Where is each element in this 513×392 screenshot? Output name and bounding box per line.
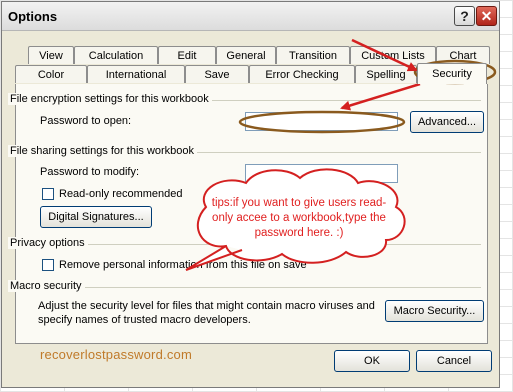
tab-chart[interactable]: Chart (436, 46, 490, 64)
tab-label: International (105, 68, 167, 81)
ok-button[interactable]: OK (334, 350, 410, 372)
tip-text: tips:if you want to give users read-only… (211, 197, 387, 239)
tab-label: Color (37, 68, 65, 81)
tab-custom-lists[interactable]: Custom Lists (350, 46, 436, 64)
macro-security-button[interactable]: Macro Security... (385, 300, 484, 322)
macro-separator (22, 287, 481, 288)
tab-color[interactable]: Color (15, 65, 87, 83)
tab-transition[interactable]: Transition (276, 46, 350, 64)
tab-security[interactable]: Security (417, 63, 487, 84)
tab-general[interactable]: General (216, 46, 276, 64)
macro-security-label: Macro Security... (393, 305, 476, 317)
help-icon: ? (460, 8, 469, 24)
digital-signatures-label: Digital Signatures... (48, 211, 144, 223)
window-title: Options (8, 9, 58, 24)
tab-label: Security (432, 68, 472, 80)
tab-label: Transition (289, 49, 337, 62)
password-open-input[interactable] (245, 112, 398, 131)
digital-signatures-button[interactable]: Digital Signatures... (40, 206, 152, 228)
password-modify-input[interactable] (245, 164, 398, 183)
sharing-header: File sharing settings for this workbook (8, 145, 198, 157)
tab-label: Edit (177, 49, 197, 62)
tab-save[interactable]: Save (185, 65, 249, 83)
tab-label: Calculation (88, 49, 144, 62)
readonly-label: Read-only recommended (59, 188, 183, 200)
options-dialog: Options ? ✕ View Calculation Edit Genera… (1, 1, 500, 388)
tab-label: General (226, 49, 266, 62)
cancel-button-label: Cancel (436, 355, 472, 367)
tab-label: Chart (449, 49, 477, 62)
password-open-label: Password to open: (40, 115, 132, 127)
encryption-header: File encryption settings for this workbo… (8, 93, 212, 105)
tab-label: Save (204, 68, 230, 81)
password-modify-label: Password to modify: (40, 166, 140, 178)
tab-spelling[interactable]: Spelling (355, 65, 417, 83)
advanced-button-label: Advanced... (417, 116, 477, 128)
tab-label: Error Checking (265, 68, 339, 81)
help-button[interactable]: ? (454, 6, 475, 26)
macro-description-line2: specify names of trusted macro developer… (38, 314, 251, 326)
privacy-separator (22, 244, 481, 245)
watermark-text: recoverlostpassword.com (40, 347, 192, 362)
tab-label: Custom Lists (361, 49, 425, 62)
tab-error-checking[interactable]: Error Checking (249, 65, 355, 83)
tab-edit[interactable]: Edit (158, 46, 216, 64)
remove-info-checkbox[interactable] (42, 259, 54, 271)
tab-label: View (39, 49, 63, 62)
readonly-checkbox[interactable] (42, 188, 54, 200)
advanced-button[interactable]: Advanced... (410, 111, 484, 133)
close-icon: ✕ (480, 8, 493, 24)
macro-header: Macro security (8, 280, 85, 292)
privacy-header: Privacy options (8, 237, 88, 249)
tab-label: Spelling (366, 68, 406, 81)
macro-description-line1: Adjust the security level for files that… (38, 300, 375, 312)
title-bar: Options ? ✕ (2, 2, 499, 31)
remove-info-label: Remove personal information from this fi… (59, 259, 307, 271)
ok-button-label: OK (364, 355, 380, 367)
tab-calculation[interactable]: Calculation (74, 46, 158, 64)
tab-view[interactable]: View (28, 46, 74, 64)
tab-international[interactable]: International (87, 65, 185, 83)
close-button[interactable]: ✕ (476, 6, 497, 26)
cancel-button[interactable]: Cancel (416, 350, 492, 372)
